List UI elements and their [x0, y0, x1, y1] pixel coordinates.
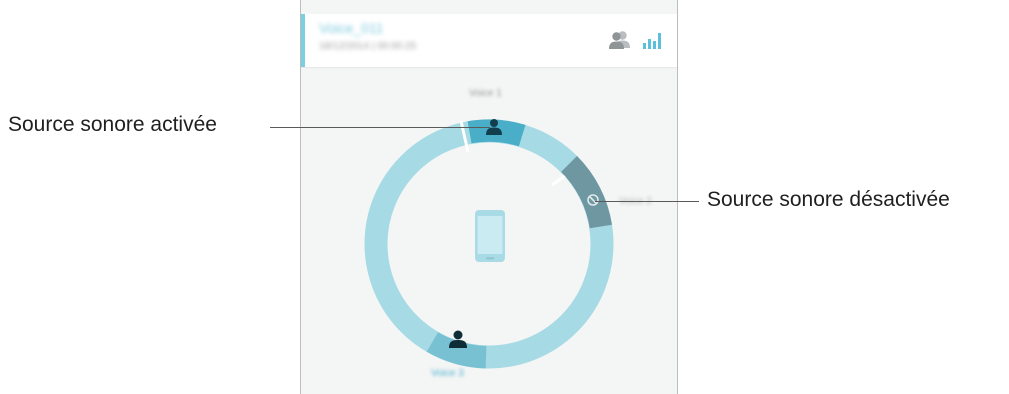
callout-deactivated-source: Source sonore désactivée [707, 188, 950, 211]
recording-date-duration: 18/12/2014 | 00:00:25 [319, 41, 417, 52]
recording-header[interactable]: Voice_011 18/12/2014 | 00:00:25 [301, 14, 677, 67]
recording-title: Voice_011 [319, 20, 384, 36]
callout-line-activated [270, 127, 490, 128]
header-accent-bar [301, 14, 305, 67]
people-icon[interactable] [607, 29, 633, 51]
equalizer-icon[interactable] [641, 29, 667, 51]
direction-ring-graphic [364, 119, 614, 369]
voice-recorder-screen: Voice_011 18/12/2014 | 00:00:25 Voice 1 … [300, 0, 678, 394]
source-segment-voice-2[interactable] [561, 156, 612, 229]
phone-device-icon [475, 210, 505, 262]
callout-activated-source: Source sonore activée [8, 113, 217, 136]
callout-line-deactivated [595, 201, 699, 202]
